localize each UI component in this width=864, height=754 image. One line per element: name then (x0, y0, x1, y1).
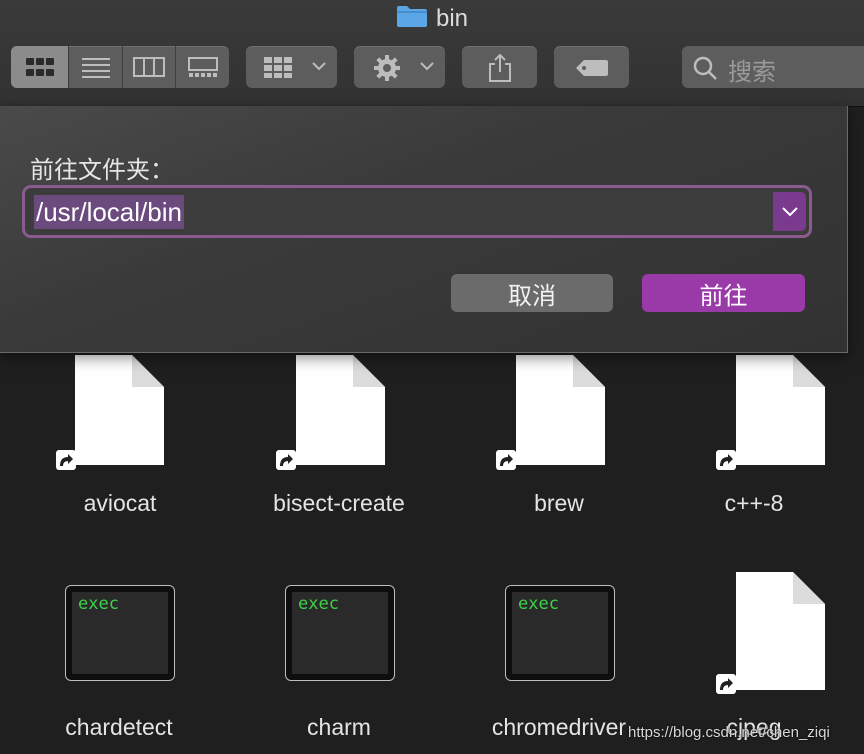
window-title: bin (0, 4, 864, 35)
document-icon (736, 572, 825, 690)
alias-arrow-icon (496, 450, 516, 470)
folder-path-combobox[interactable]: /usr/local/bin (25, 188, 809, 235)
file-item[interactable]: bisect-create (229, 355, 449, 525)
columns-icon (133, 57, 165, 77)
file-item[interactable]: aviocat (10, 355, 230, 525)
folder-path-input[interactable]: /usr/local/bin (34, 195, 184, 229)
document-icon (516, 355, 605, 465)
group-button[interactable] (246, 46, 337, 88)
chevron-down-icon (312, 62, 326, 71)
grid-group-icon (264, 57, 292, 78)
search-icon (693, 56, 717, 80)
icon-grid-icon (25, 58, 54, 76)
share-icon (489, 53, 511, 82)
alias-arrow-icon (276, 450, 296, 470)
exec-icon: exec (505, 585, 615, 681)
column-view-button[interactable] (123, 46, 175, 88)
action-button[interactable] (354, 46, 445, 88)
share-button[interactable] (462, 46, 537, 88)
view-mode-control (11, 46, 229, 88)
go-to-folder-label: 前往文件夹： (30, 157, 174, 184)
file-item[interactable]: exec chromedriver (449, 585, 669, 745)
icon-view-button[interactable] (11, 46, 68, 88)
path-history-dropdown-button[interactable] (773, 192, 806, 231)
go-button[interactable]: 前往 (642, 274, 805, 312)
tag-button[interactable] (554, 46, 629, 88)
file-item[interactable]: exec chardetect (9, 585, 229, 745)
tag-icon (576, 60, 608, 76)
exec-icon: exec (65, 585, 175, 681)
gallery-icon (187, 57, 218, 77)
search-field[interactable]: 搜索 (682, 46, 864, 88)
chevron-down-icon (782, 207, 798, 217)
gallery-view-button[interactable] (176, 46, 229, 88)
go-to-folder-dialog: 前往文件夹： /usr/local/bin 取消 前往 (0, 106, 848, 353)
alias-arrow-icon (716, 450, 736, 470)
watermark-text: https://blog.csdn.net/chen_ziqi (628, 724, 830, 741)
document-icon (75, 355, 164, 465)
alias-arrow-icon (56, 450, 76, 470)
window-toolbar: bin 搜索 (0, 0, 864, 107)
list-view-button[interactable] (69, 46, 122, 88)
folder-icon (396, 4, 428, 35)
gear-icon (374, 55, 400, 81)
file-item[interactable]: c++-8 (644, 355, 864, 525)
file-item[interactable]: exec charm (229, 585, 449, 745)
chevron-down-icon (420, 62, 434, 71)
exec-icon: exec (285, 585, 395, 681)
alias-arrow-icon (716, 674, 736, 694)
search-placeholder: 搜索 (728, 59, 776, 86)
file-item[interactable]: cjpeg (644, 572, 864, 744)
list-icon (81, 58, 110, 78)
cancel-button[interactable]: 取消 (451, 274, 613, 312)
document-icon (736, 355, 825, 465)
file-item[interactable]: brew (449, 355, 669, 525)
document-icon (296, 355, 385, 465)
